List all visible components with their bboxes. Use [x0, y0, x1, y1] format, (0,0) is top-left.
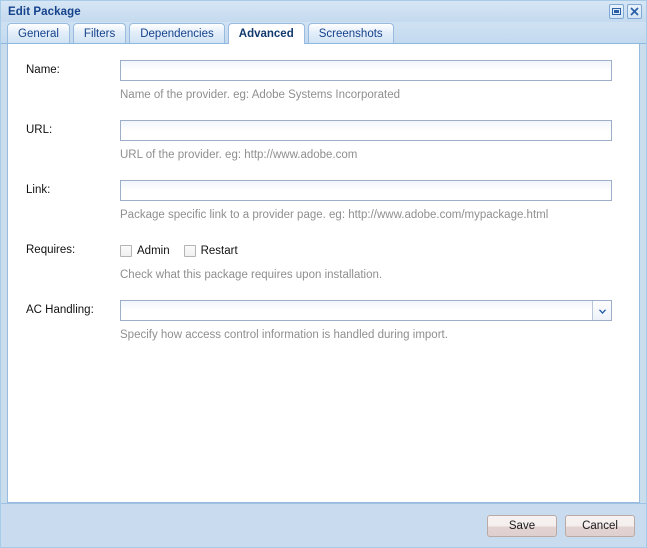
link-hint: Package specific link to a provider page…	[120, 209, 549, 221]
checkbox-restart-label: Restart	[200, 244, 238, 257]
link-field-wrap: Package specific link to a provider page…	[120, 180, 639, 222]
checkbox-restart-box[interactable]	[183, 244, 196, 257]
url-field-wrap: URL of the provider. eg: http://www.adob…	[120, 120, 639, 162]
field-row-link: Link: Package specific link to a provide…	[8, 180, 639, 222]
ac-handling-label: AC Handling:	[26, 304, 94, 316]
cancel-button[interactable]: Cancel	[565, 514, 635, 537]
field-row-name: Name: Name of the provider. eg: Adobe Sy…	[8, 60, 639, 102]
tab-dependencies[interactable]: Dependencies	[129, 23, 225, 43]
name-hint: Name of the provider. eg: Adobe Systems …	[120, 89, 400, 101]
requires-hint: Check what this package requires upon in…	[120, 269, 383, 281]
chevron-down-icon	[598, 302, 607, 320]
tab-screenshots[interactable]: Screenshots	[307, 23, 394, 43]
close-icon	[630, 7, 639, 16]
tab-filters[interactable]: Filters	[72, 23, 127, 43]
tab-filters-label: Filters	[83, 27, 116, 40]
ac-handling-field-wrap: Specify how access control information i…	[120, 300, 639, 342]
window-titlebar[interactable]: Edit Package	[1, 1, 646, 22]
link-input[interactable]	[120, 180, 612, 201]
requires-checkbox-group: Admin Restart	[120, 240, 612, 261]
tab-screenshots-label: Screenshots	[318, 27, 383, 40]
window-title: Edit Package	[8, 5, 81, 18]
tab-general[interactable]: General	[7, 23, 70, 43]
window-controls	[609, 4, 642, 19]
link-label: Link:	[26, 184, 51, 196]
field-row-requires: Requires: Admin Restart Check what this …	[8, 240, 639, 282]
ac-handling-select[interactable]	[120, 300, 612, 321]
advanced-form: Name: Name of the provider. eg: Adobe Sy…	[8, 44, 639, 342]
name-input[interactable]	[120, 60, 612, 81]
dialog-footer: Save Cancel	[1, 503, 646, 547]
requires-label: Requires:	[26, 244, 76, 256]
checkbox-admin-box[interactable]	[120, 244, 132, 257]
checkbox-restart[interactable]: Restart	[183, 244, 238, 257]
advanced-tab-panel: Name: Name of the provider. eg: Adobe Sy…	[7, 44, 640, 503]
ac-handling-dropdown-button[interactable]	[592, 301, 611, 320]
ac-handling-hint: Specify how access control information i…	[120, 329, 448, 341]
field-row-ac-handling: AC Handling: Specify how access control …	[8, 300, 639, 342]
tab-advanced-label: Advanced	[238, 28, 294, 40]
tab-advanced[interactable]: Advanced	[227, 23, 305, 44]
name-label: Name:	[26, 64, 60, 76]
name-field-wrap: Name of the provider. eg: Adobe Systems …	[120, 60, 639, 102]
requires-field-wrap: Admin Restart Check what this package re…	[120, 240, 639, 282]
close-button[interactable]	[627, 4, 642, 19]
tab-bar: General Filters Dependencies Advanced Sc…	[1, 22, 646, 44]
url-input[interactable]	[120, 120, 612, 141]
url-hint: URL of the provider. eg: http://www.adob…	[120, 149, 358, 161]
tab-general-label: General	[18, 27, 59, 40]
checkbox-admin-label: Admin	[137, 244, 170, 257]
save-button[interactable]: Save	[487, 514, 557, 537]
url-label: URL:	[26, 124, 53, 136]
restore-icon	[612, 7, 621, 16]
checkbox-admin[interactable]: Admin	[120, 244, 170, 257]
field-row-url: URL: URL of the provider. eg: http://www…	[8, 120, 639, 162]
edit-package-dialog: Edit Package General Filters Dependencie…	[0, 0, 647, 548]
tab-dependencies-label: Dependencies	[140, 27, 214, 40]
restore-button[interactable]	[609, 4, 624, 19]
